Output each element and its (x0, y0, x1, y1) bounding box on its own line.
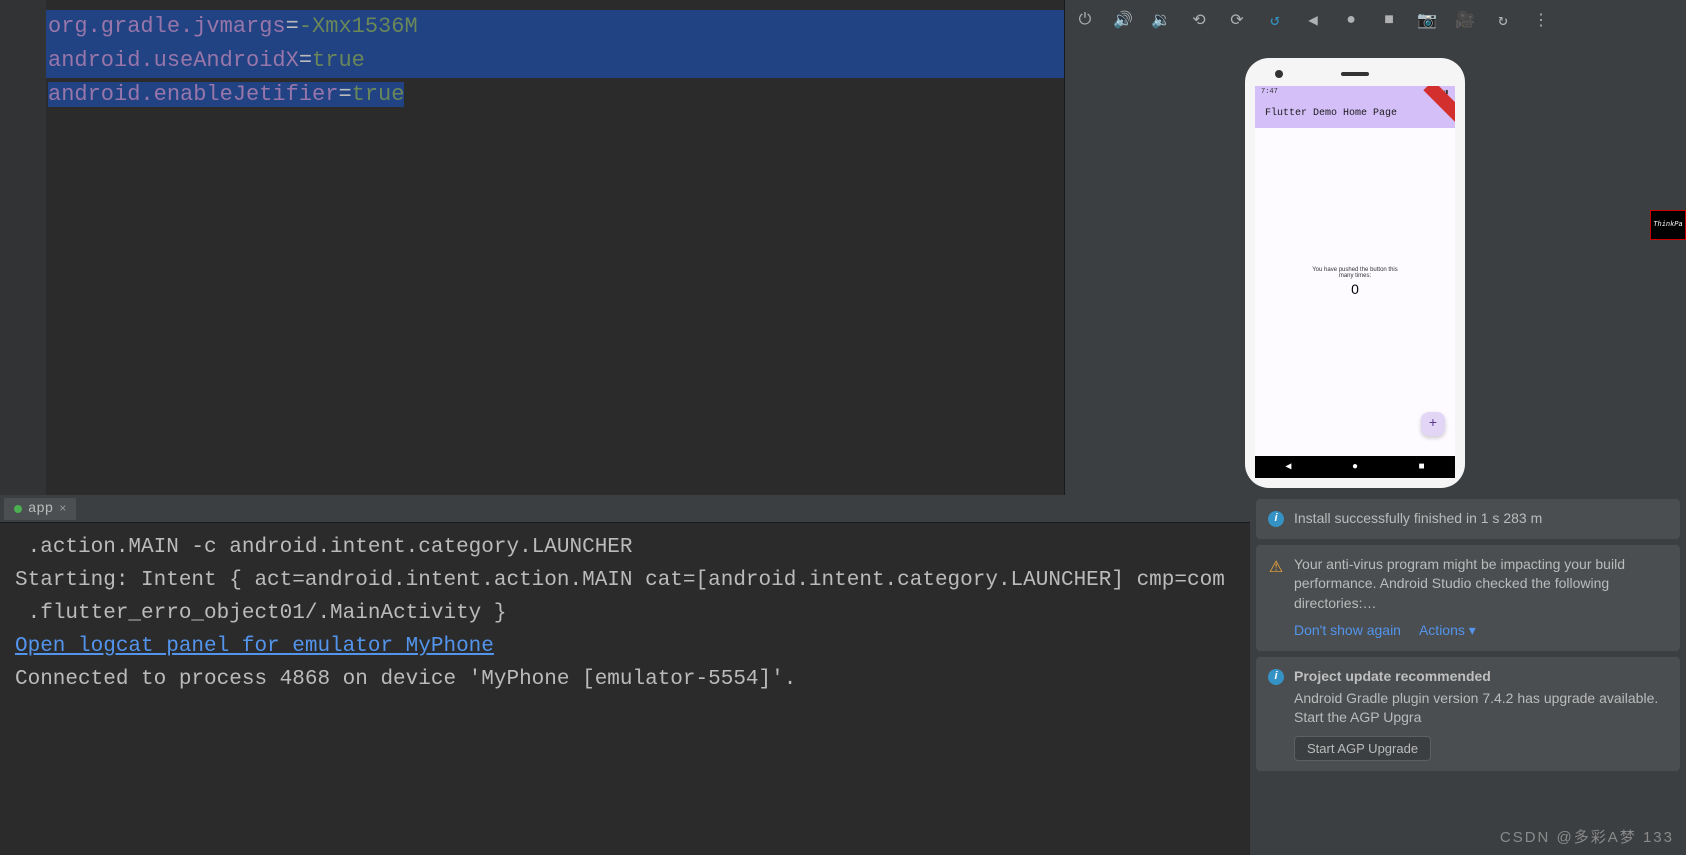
property-key: android.enableJetifier (48, 82, 338, 107)
property-value: -Xmx1536M (299, 14, 418, 39)
speaker-slot (1341, 72, 1369, 76)
camera-dot (1275, 70, 1283, 78)
record-icon[interactable]: 🎥 (1455, 10, 1475, 30)
thinkpad-badge: ThinkPa (1650, 210, 1686, 240)
code-line[interactable]: org.gradle.jvmargs=-Xmx1536M (46, 10, 1064, 44)
property-key: android.useAndroidX (48, 48, 299, 73)
status-time: 7:47 (1261, 88, 1278, 98)
volume-down-icon[interactable]: 🔉 (1151, 10, 1171, 30)
warning-icon: ⚠ (1268, 557, 1284, 573)
console-line: Connected to process 4868 on device 'MyP… (15, 663, 1235, 696)
back-icon[interactable]: ◀ (1303, 10, 1323, 30)
body-text: You have pushed the button this many tim… (1305, 267, 1405, 279)
notification-project-update: i Project update recommended Android Gra… (1256, 657, 1680, 771)
editor-gutter (0, 0, 46, 495)
watermark: CSDN @多彩A梦 133 (1500, 826, 1674, 847)
counter-value: 0 (1305, 281, 1405, 297)
overview-icon[interactable]: ■ (1379, 10, 1399, 30)
screenshot-icon[interactable]: 📷 (1417, 10, 1437, 30)
app-title: Flutter Demo Home Page (1265, 108, 1397, 119)
console-line: .flutter_erro_object01/.MainActivity } (15, 597, 1235, 630)
fab-button[interactable]: + (1421, 412, 1445, 436)
property-value: true (312, 48, 365, 73)
property-value: true (352, 82, 405, 107)
rotate-left-icon[interactable]: ⟲ (1189, 10, 1209, 30)
tab-label: app (28, 501, 53, 517)
notif-text: Android Gradle plugin version 7.4.2 has … (1294, 689, 1668, 728)
android-nav-bar: ◀ ● ■ (1255, 456, 1455, 478)
emulator-toolbar: ⏻ 🔊 🔉 ⟲ ⟳ ↺ ◀ ● ■ 📷 🎥 ↻ ⋮ (1065, 0, 1686, 40)
console-output[interactable]: .action.MAIN -c android.intent.category.… (0, 523, 1250, 704)
rotate-right-icon[interactable]: ⟳ (1227, 10, 1247, 30)
code-line[interactable]: android.useAndroidX=true (46, 44, 1064, 78)
console-tab-bar: app × (0, 495, 1250, 523)
refresh-icon[interactable]: ↻ (1493, 10, 1513, 30)
logcat-link[interactable]: Open logcat panel for emulator MyPhone (15, 630, 1235, 663)
notif-text: Your anti-virus program might be impacti… (1294, 555, 1668, 614)
volume-up-icon[interactable]: 🔊 (1113, 10, 1133, 30)
info-icon: i (1268, 669, 1284, 685)
code-line[interactable]: android.enableJetifier=true (46, 78, 1064, 112)
app-body: You have pushed the button this many tim… (1305, 267, 1405, 297)
nav-overview-icon[interactable]: ■ (1419, 462, 1425, 473)
nav-home-icon[interactable]: ● (1352, 462, 1358, 473)
info-icon: i (1268, 511, 1284, 527)
app-bar: Flutter Demo Home Page (1255, 100, 1455, 128)
notification-antivirus-warning: ⚠ Your anti-virus program might be impac… (1256, 545, 1680, 651)
code-editor[interactable]: org.gradle.jvmargs=-Xmx1536M android.use… (46, 10, 1064, 112)
notification-install-success: i Install successfully finished in 1 s 2… (1256, 499, 1680, 539)
phone-screen[interactable]: 7:47 ▾◢▮ Flutter Demo Home Page You have… (1255, 86, 1455, 478)
console-panel: app × .action.MAIN -c android.intent.cat… (0, 495, 1250, 855)
start-agp-upgrade-button[interactable]: Start AGP Upgrade (1294, 736, 1431, 761)
emulator-panel: ⏻ 🔊 🔉 ⟲ ⟳ ↺ ◀ ● ■ 📷 🎥 ↻ ⋮ 7:47 ▾◢▮ (1065, 0, 1686, 495)
console-line: .action.MAIN -c android.intent.category.… (15, 531, 1235, 564)
phone-frame: 7:47 ▾◢▮ Flutter Demo Home Page You have… (1245, 58, 1465, 488)
notif-text: Install successfully finished in 1 s 283… (1294, 509, 1542, 529)
dont-show-again-link[interactable]: Don't show again (1294, 621, 1401, 641)
nav-back-icon[interactable]: ◀ (1285, 461, 1291, 473)
device-emulator[interactable]: 7:47 ▾◢▮ Flutter Demo Home Page You have… (1245, 58, 1465, 488)
rotate-device-icon[interactable]: ↺ (1265, 10, 1285, 30)
more-icon[interactable]: ⋮ (1531, 10, 1551, 30)
notifications-panel: i Install successfully finished in 1 s 2… (1250, 495, 1686, 855)
console-line: Starting: Intent { act=android.intent.ac… (15, 564, 1235, 597)
home-icon[interactable]: ● (1341, 10, 1361, 30)
actions-dropdown[interactable]: Actions ▾ (1419, 621, 1476, 641)
editor-panel: ✓ org.gradle.jvmargs=-Xmx1536M android.u… (0, 0, 1065, 495)
notif-title: Project update recommended (1294, 667, 1491, 687)
property-key: org.gradle.jvmargs (48, 14, 286, 39)
power-icon[interactable]: ⏻ (1075, 10, 1095, 30)
run-status-dot (14, 505, 22, 513)
console-tab-app[interactable]: app × (4, 498, 76, 520)
close-icon[interactable]: × (59, 502, 66, 516)
